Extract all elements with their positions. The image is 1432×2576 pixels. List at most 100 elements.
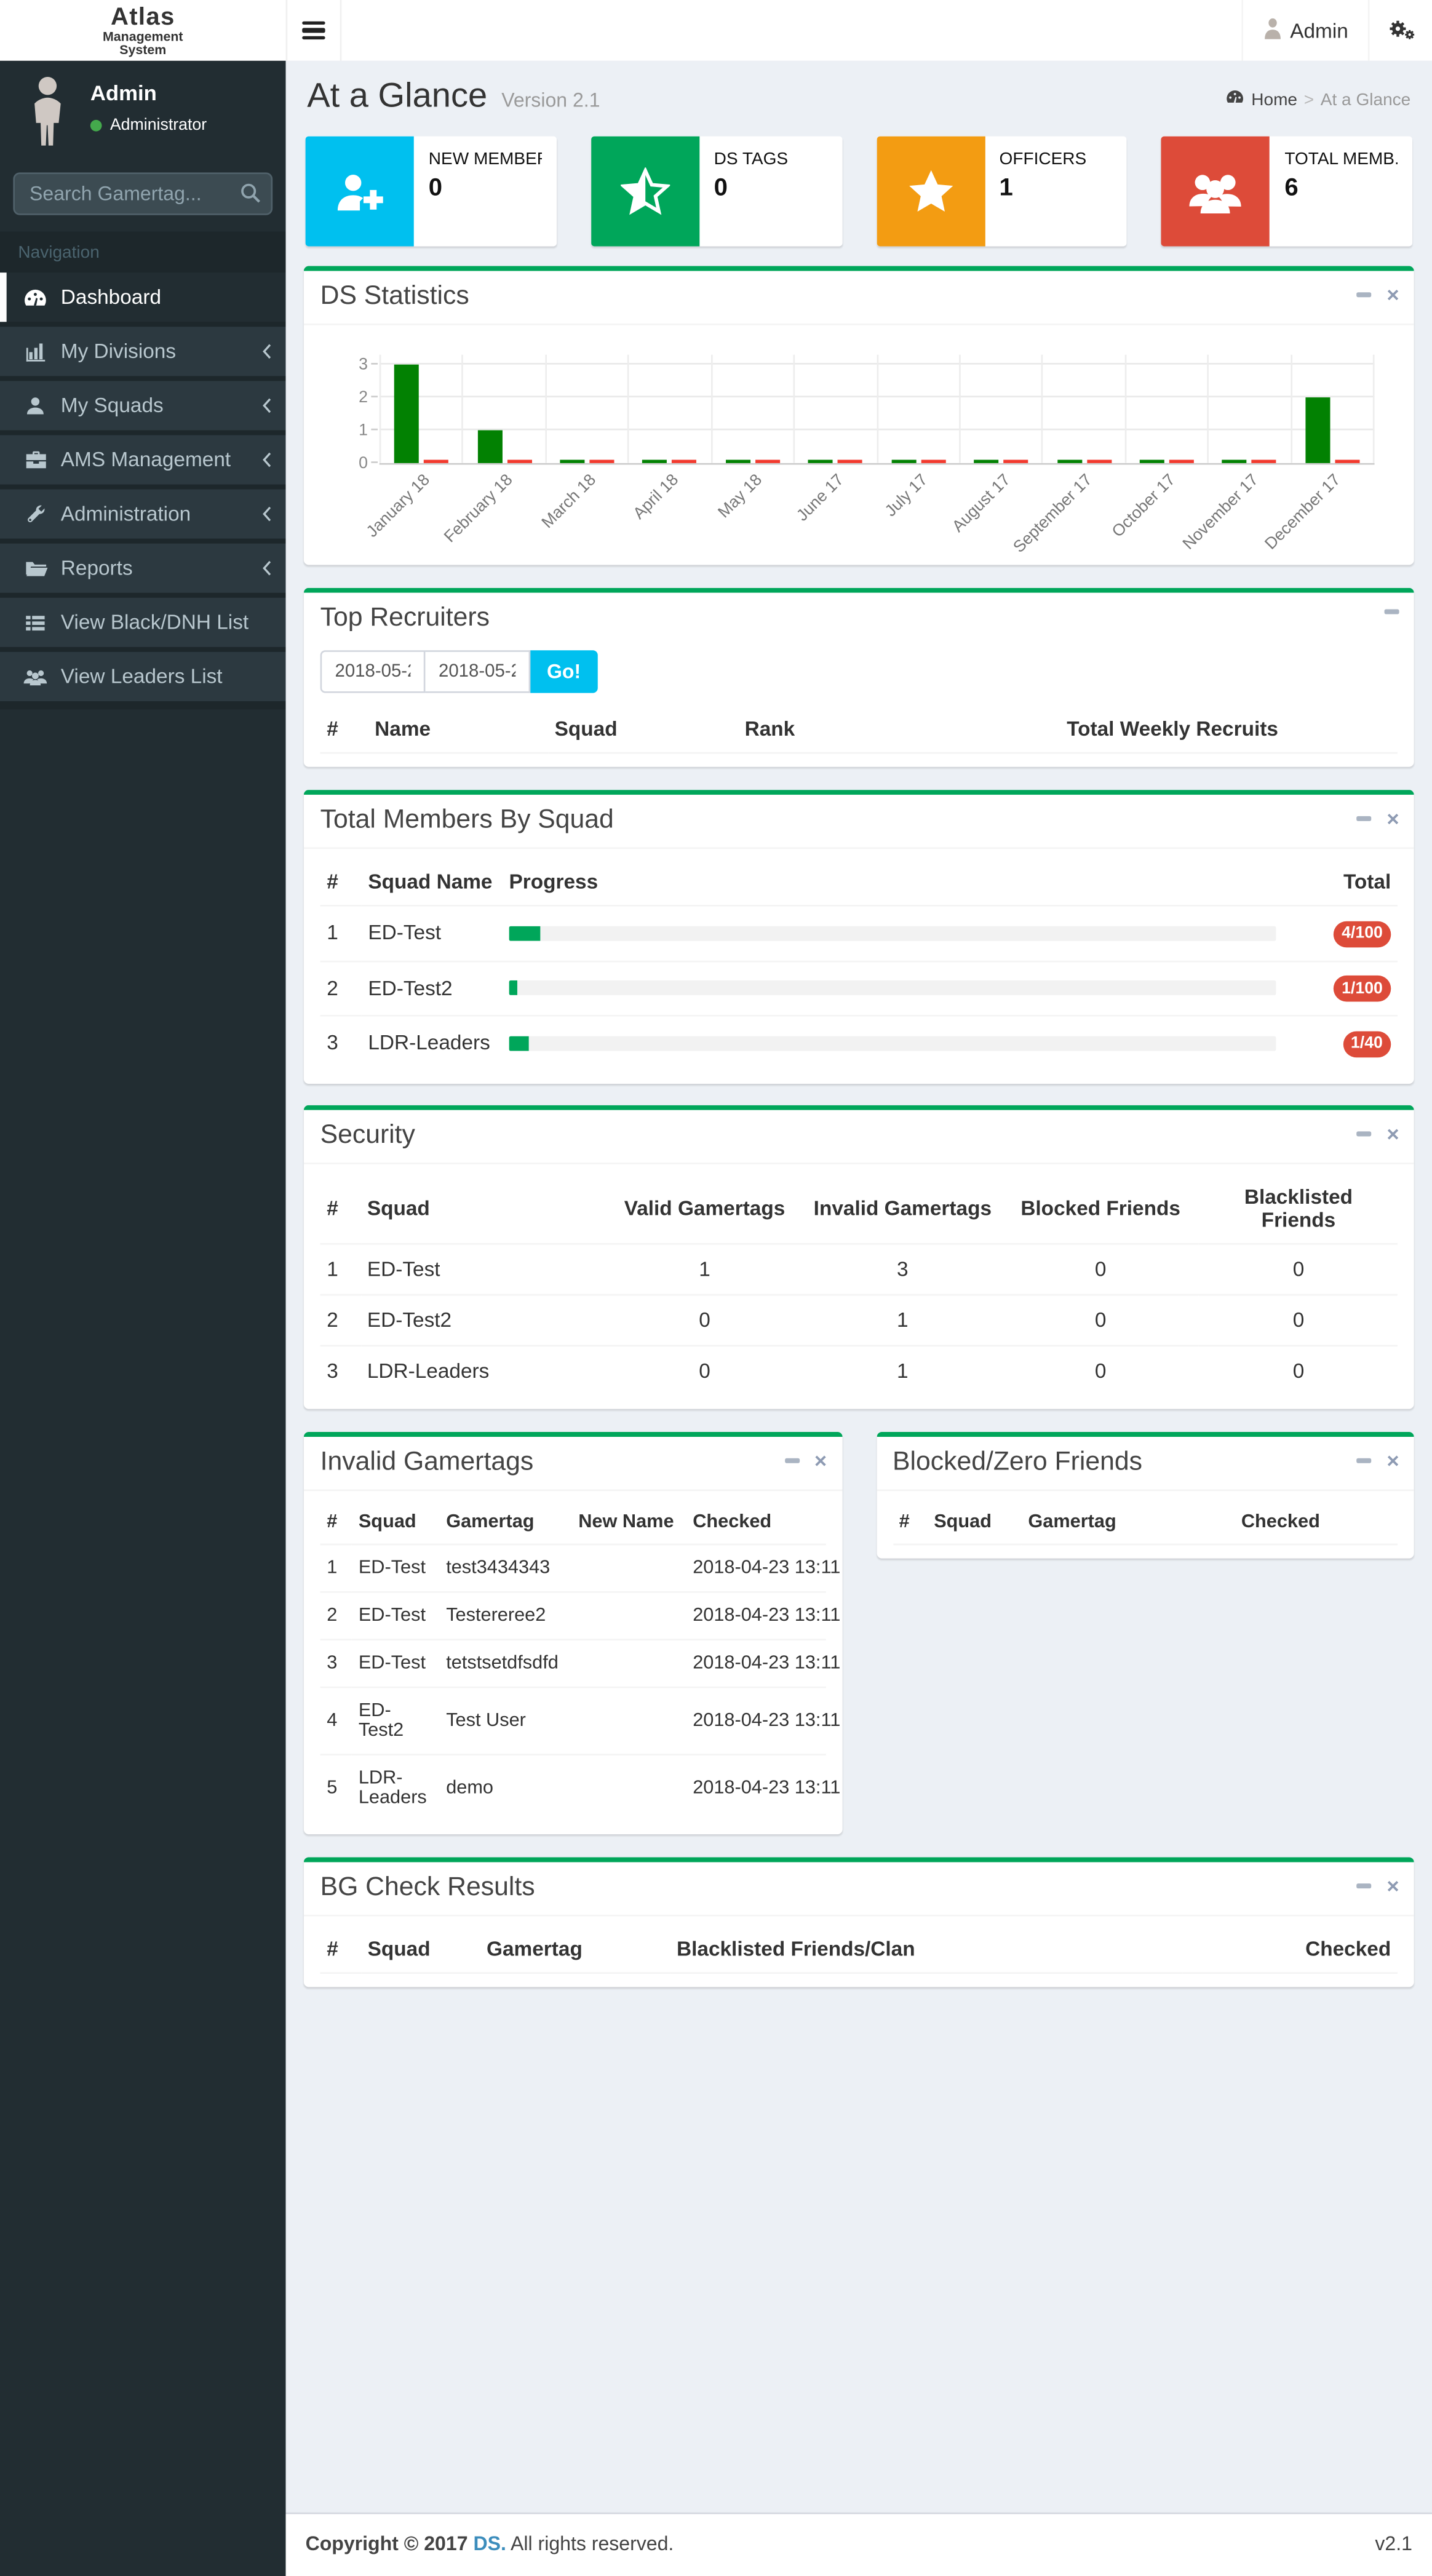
- breadcrumb-home-link[interactable]: Home: [1251, 89, 1297, 109]
- sidebar-item-view-black-dnh-list[interactable]: View Black/DNH List: [0, 597, 286, 647]
- close-icon[interactable]: ×: [1386, 1449, 1399, 1471]
- table-row: 1 ED-Test test3434343 2018-04-23 13:11: [320, 1544, 840, 1591]
- chart-category: April 18: [629, 354, 712, 523]
- minimize-icon[interactable]: [784, 1457, 800, 1463]
- table-cell: 0: [1199, 1344, 1398, 1395]
- panel-title: Top Recruiters: [320, 604, 490, 632]
- date-from-input[interactable]: [320, 650, 426, 693]
- footer-version: v2.1: [1375, 2531, 1412, 2555]
- bar-red: [755, 459, 780, 463]
- minimize-icon[interactable]: [1357, 1131, 1372, 1136]
- column-header: Name: [368, 706, 548, 754]
- stat-label: DS TAGS: [714, 149, 789, 169]
- minimize-icon[interactable]: [1357, 1457, 1372, 1463]
- table-cell: 1: [803, 1293, 1002, 1345]
- column-header: Total: [1282, 859, 1398, 907]
- navbar-menu: Admin: [1241, 0, 1432, 61]
- bar-red: [838, 459, 863, 463]
- search-icon[interactable]: [240, 182, 261, 209]
- main-area: At a Glance Version 2.1 Home > At a Glan…: [285, 60, 1432, 2576]
- x-axis-label: October 17: [1109, 471, 1180, 542]
- sidebar-item-my-divisions[interactable]: My Divisions: [0, 327, 286, 376]
- go-button[interactable]: Go!: [530, 650, 597, 693]
- ds-statistics-chart: 0 1 2 3 January 18 February 18 March 18 April 1…: [327, 348, 1391, 557]
- sidebar-item-dashboard[interactable]: Dashboard: [0, 272, 286, 322]
- table-cell: tetstsetdfsdfd: [439, 1638, 572, 1687]
- sidebar-item-administration[interactable]: Administration: [0, 489, 286, 539]
- sidebar-item-ams-management[interactable]: AMS Management: [0, 435, 286, 485]
- total-badge: 1/40: [1342, 1030, 1391, 1057]
- data-table: # Name Squad Rank Total Weekly Recruits: [320, 706, 1398, 754]
- chart-category: February 18: [442, 354, 547, 547]
- sidebar-item-label: Dashboard: [60, 285, 162, 309]
- x-axis-label: December 17: [1262, 471, 1345, 554]
- table-cell: ED-Test: [358, 1557, 426, 1578]
- stat-boxes-row: NEW MEMBERS 0 DS TAGS 0 OFFICERS 1 TOTAL MEMB.…: [305, 136, 1412, 247]
- close-icon[interactable]: ×: [1386, 1874, 1399, 1896]
- chart-category: September 17: [1011, 354, 1126, 557]
- close-icon[interactable]: ×: [1386, 808, 1399, 830]
- sidebar-toggle-button[interactable]: [285, 0, 342, 61]
- y-axis-label: 2: [359, 389, 368, 408]
- footer: Copyright © 2017 DS. All rights reserved…: [285, 2511, 1432, 2576]
- table-cell: 2018-04-23 13:11: [686, 1590, 840, 1639]
- panel-bg-check-results: BG Check Results × # Squad Gamertag Blackli…: [303, 1856, 1414, 1987]
- column-header: #: [320, 1925, 361, 1973]
- table-cell: LDR-Leaders: [352, 1752, 440, 1821]
- footer-brand-link[interactable]: DS.: [473, 2532, 506, 2554]
- table-cell: 0: [605, 1293, 804, 1345]
- table-cell: 1: [327, 921, 338, 945]
- bar-red: [1252, 459, 1277, 463]
- sidebar-item-view-leaders-list[interactable]: View Leaders List: [0, 651, 286, 701]
- user-menu[interactable]: Admin: [1241, 0, 1368, 61]
- users-icon: [22, 667, 49, 685]
- date-to-input[interactable]: [425, 650, 531, 693]
- column-header: Blocked Friends: [1001, 1173, 1200, 1244]
- table-cell: 3: [320, 1638, 352, 1687]
- sidebar-item-label: Reports: [60, 557, 133, 580]
- table-cell: test3434343: [446, 1557, 551, 1578]
- search-input[interactable]: [13, 172, 273, 215]
- close-icon[interactable]: ×: [1386, 1123, 1399, 1144]
- panel-title: Total Members By Squad: [320, 806, 614, 835]
- minimize-icon[interactable]: [1357, 292, 1372, 298]
- close-icon[interactable]: ×: [814, 1449, 827, 1471]
- stat-value: 1: [999, 173, 1013, 202]
- sidebar-item-reports[interactable]: Reports: [0, 543, 286, 593]
- folder-icon: [22, 559, 49, 578]
- app-logo[interactable]: Atlas Management System: [0, 0, 286, 61]
- progress-bar: [509, 926, 1276, 941]
- table-cell: 3: [320, 1014, 362, 1070]
- sidebar-item-label: My Divisions: [60, 340, 177, 364]
- column-header: Gamertag: [1021, 1500, 1235, 1544]
- chevron-left-icon: [261, 397, 272, 414]
- bar-green: [1139, 459, 1164, 463]
- app-window: Atlas Management System Admin Admin Admi…: [0, 0, 1432, 2576]
- bar-red: [672, 459, 698, 463]
- chart-categories: January 18 February 18 March 18 April 18 May…: [364, 354, 1375, 557]
- minimize-icon[interactable]: [1357, 1882, 1372, 1888]
- sidebar-item-label: View Black/DNH List: [60, 611, 249, 634]
- stat-box-total-memb-: TOTAL MEMB... 6: [1161, 136, 1412, 247]
- bar-green: [643, 459, 668, 463]
- column-header: Squad: [360, 1173, 606, 1244]
- chart-category: August 17: [949, 354, 1044, 536]
- bar-red: [1169, 459, 1194, 463]
- table-cell: 2018-04-23 13:11: [686, 1638, 840, 1687]
- squad-name-cell: ED-Test: [368, 921, 442, 945]
- bar-red: [1086, 459, 1112, 463]
- table-cell: ED-Test: [352, 1638, 440, 1687]
- settings-menu[interactable]: [1367, 0, 1432, 61]
- minimize-icon[interactable]: [1384, 609, 1399, 614]
- breadcrumb: Home > At a Glance: [1225, 89, 1411, 110]
- logo-line3: System: [119, 42, 167, 57]
- close-icon[interactable]: ×: [1386, 284, 1399, 306]
- breadcrumb-current: At a Glance: [1320, 89, 1411, 109]
- x-axis-label: March 18: [538, 471, 600, 533]
- table-cell: ED-Test: [367, 1257, 440, 1281]
- star-half-icon: [591, 136, 699, 247]
- column-header: #: [320, 859, 362, 907]
- sidebar-item-my-squads[interactable]: My Squads: [0, 381, 286, 431]
- sidebar-user-name: Admin: [90, 80, 157, 105]
- minimize-icon[interactable]: [1357, 816, 1372, 821]
